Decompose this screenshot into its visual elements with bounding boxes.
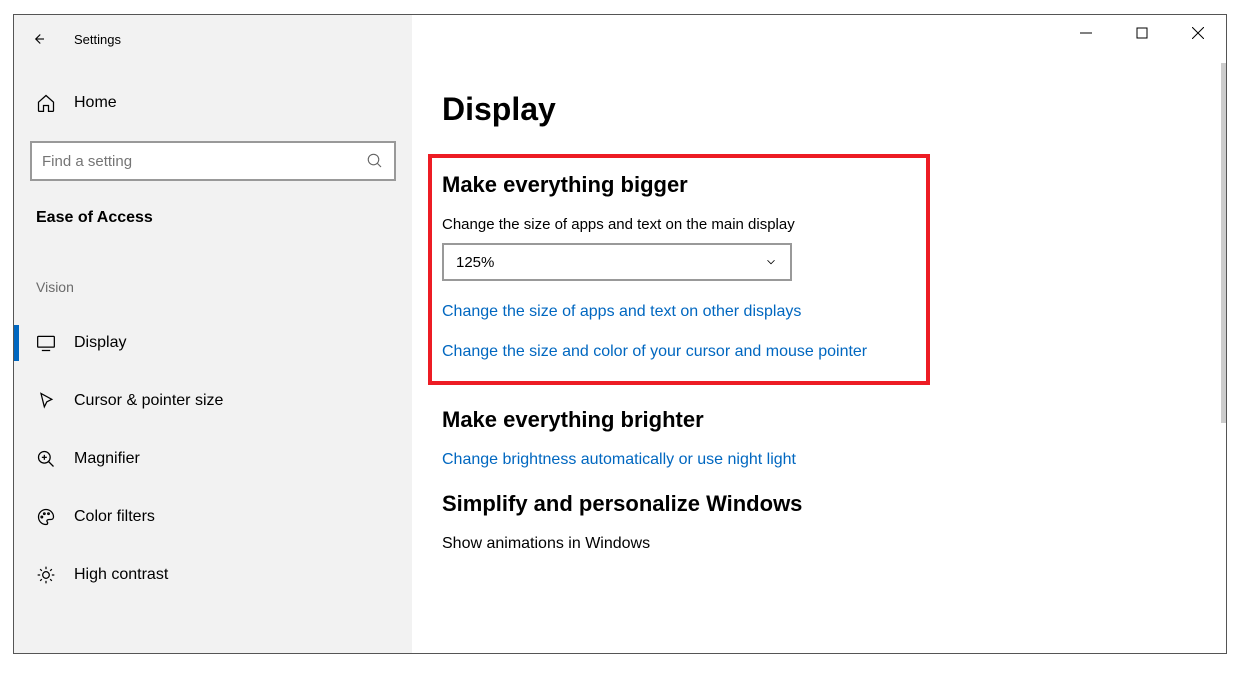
scrollbar[interactable]: [1221, 63, 1226, 423]
titlebar-left: Settings: [14, 15, 412, 63]
back-arrow-icon: [29, 30, 47, 48]
section-brighter-heading: Make everything brighter: [442, 407, 1186, 433]
minimize-button[interactable]: [1058, 15, 1114, 51]
home-link[interactable]: Home: [14, 83, 412, 123]
home-icon: [36, 93, 56, 113]
category-heading: Ease of Access: [36, 209, 412, 227]
sidebar-item-magnifier[interactable]: Magnifier: [14, 433, 412, 485]
page-title: Display: [442, 91, 1186, 128]
home-label: Home: [74, 94, 117, 112]
section-make-bigger-heading: Make everything bigger: [442, 172, 916, 198]
search-box[interactable]: [30, 141, 396, 181]
link-other-displays[interactable]: Change the size of apps and text on othe…: [442, 303, 916, 321]
window-controls: [1058, 15, 1226, 55]
display-icon: [36, 333, 56, 353]
sidebar-item-color-filters[interactable]: Color filters: [14, 491, 412, 543]
palette-icon: [36, 507, 56, 527]
sidebar-item-label: High contrast: [74, 566, 168, 584]
sidebar-item-cursor-pointer-size[interactable]: Cursor & pointer size: [14, 375, 412, 427]
scale-select[interactable]: 125%: [442, 243, 792, 281]
scale-field-label: Change the size of apps and text on the …: [442, 216, 916, 233]
search-input[interactable]: [42, 153, 366, 170]
sun-icon: [36, 565, 56, 585]
sidebar-item-label: Display: [74, 334, 126, 352]
magnifier-icon: [36, 449, 56, 469]
settings-window: Settings Home: [13, 14, 1227, 654]
search-wrap: [30, 141, 396, 181]
search-icon: [366, 152, 384, 170]
sidebar-item-high-contrast[interactable]: High contrast: [14, 549, 412, 601]
highlight-annotation: Make everything bigger Change the size o…: [428, 154, 930, 385]
animations-label: Show animations in Windows: [442, 535, 1186, 553]
nav-list: Display Cursor & pointer size Magnifier: [14, 317, 412, 601]
sidebar-item-display[interactable]: Display: [14, 317, 412, 369]
close-icon: [1192, 27, 1204, 39]
cursor-icon: [36, 391, 56, 411]
maximize-icon: [1136, 27, 1148, 39]
vision-subheading: Vision: [36, 279, 412, 295]
close-button[interactable]: [1170, 15, 1226, 51]
sidebar-item-label: Cursor & pointer size: [74, 392, 223, 410]
chevron-down-icon: [764, 255, 778, 269]
scale-value: 125%: [456, 254, 494, 271]
app-title: Settings: [74, 32, 121, 47]
body: Home Ease of Access Vision Display: [14, 63, 1226, 653]
content-area: Display Make everything bigger Change th…: [412, 63, 1226, 653]
sidebar-item-label: Magnifier: [74, 450, 140, 468]
titlebar: Settings: [14, 15, 1226, 63]
back-button[interactable]: [14, 15, 62, 63]
sidebar: Home Ease of Access Vision Display: [14, 63, 412, 653]
link-cursor-pointer[interactable]: Change the size and color of your cursor…: [442, 343, 916, 361]
section-simplify-heading: Simplify and personalize Windows: [442, 491, 1186, 517]
maximize-button[interactable]: [1114, 15, 1170, 51]
minimize-icon: [1080, 27, 1092, 39]
link-brightness[interactable]: Change brightness automatically or use n…: [442, 451, 1186, 469]
sidebar-item-label: Color filters: [74, 508, 155, 526]
